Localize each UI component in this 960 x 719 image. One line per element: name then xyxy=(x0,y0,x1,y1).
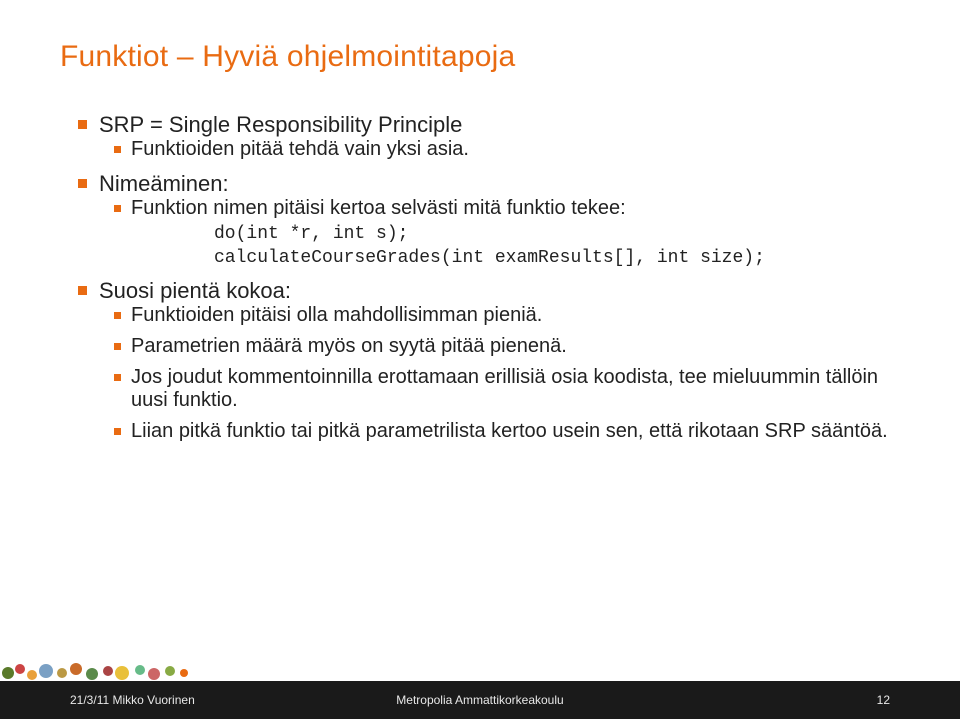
bullet-text: Funktioiden pitää tehdä vain yksi asia. xyxy=(131,138,469,161)
list-item: Funktion nimen pitäisi kertoa selvästi m… xyxy=(78,197,900,268)
bullet-text: Funktioiden pitäisi olla mahdollisimman … xyxy=(131,304,542,327)
code-line: do(int *r, int s); xyxy=(114,224,900,244)
decorative-circles-icon xyxy=(0,659,220,681)
bullet-text: Liian pitkä funktio tai pitkä parametril… xyxy=(131,420,888,443)
list-item: Liian pitkä funktio tai pitkä parametril… xyxy=(78,420,900,443)
bullet-text: Nimeäminen: xyxy=(99,171,229,197)
square-bullet-icon xyxy=(78,179,87,188)
list-item: Parametrien määrä myös on syytä pitää pi… xyxy=(78,335,900,358)
list-item: Suosi pientä kokoa: Funktioiden pitäisi … xyxy=(60,278,900,443)
slide: Funktiot – Hyviä ohjelmointitapoja SRP =… xyxy=(0,0,960,719)
bullet-text: Funktion nimen pitäisi kertoa selvästi m… xyxy=(131,197,626,220)
list-item: SRP = Single Responsibility Principle Fu… xyxy=(60,112,900,161)
square-bullet-icon xyxy=(114,374,121,381)
square-bullet-icon xyxy=(114,428,121,435)
bullet-text: SRP = Single Responsibility Principle xyxy=(99,112,462,138)
bullet-text: Suosi pientä kokoa: xyxy=(99,278,291,304)
bullet-text: Parametrien määrä myös on syytä pitää pi… xyxy=(131,335,567,358)
square-bullet-icon xyxy=(114,146,121,153)
slide-footer: 21/3/11 Mikko Vuorinen Metropolia Ammatt… xyxy=(0,681,960,719)
list-item: Jos joudut kommentoinnilla erottamaan er… xyxy=(78,366,900,412)
footer-date-author: 21/3/11 Mikko Vuorinen xyxy=(70,693,195,707)
square-bullet-icon xyxy=(114,312,121,319)
footer-organization: Metropolia Ammattikorkeakoulu xyxy=(396,693,563,707)
bullet-text: Jos joudut kommentoinnilla erottamaan er… xyxy=(131,366,900,412)
list-item: Nimeäminen: Funktion nimen pitäisi kerto… xyxy=(60,171,900,268)
list-item: Funktioiden pitäisi olla mahdollisimman … xyxy=(78,304,900,327)
square-bullet-icon xyxy=(78,286,87,295)
square-bullet-icon xyxy=(114,343,121,350)
list-item: Funktioiden pitää tehdä vain yksi asia. xyxy=(78,138,900,161)
code-line: calculateCourseGrades(int examResults[],… xyxy=(114,248,900,268)
bullet-list: SRP = Single Responsibility Principle Fu… xyxy=(60,112,900,443)
slide-title: Funktiot – Hyviä ohjelmointitapoja xyxy=(60,40,900,74)
square-bullet-icon xyxy=(78,120,87,129)
footer-page-number: 12 xyxy=(877,693,890,707)
square-bullet-icon xyxy=(114,205,121,212)
